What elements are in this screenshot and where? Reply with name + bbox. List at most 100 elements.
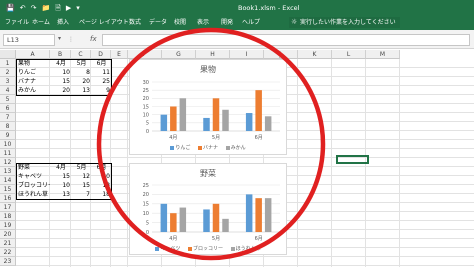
- table-cell[interactable]: 13: [72, 86, 91, 95]
- tab-data[interactable]: データ: [149, 16, 167, 30]
- row-header[interactable]: 10: [0, 140, 16, 149]
- row-header[interactable]: 2: [0, 68, 16, 77]
- vegetable-chart[interactable]: 野菜 0 5 10 15 20 25 4月 5月 6月 キャベツ ブロッコリー ほうれん草: [129, 163, 287, 255]
- row-header[interactable]: 11: [0, 149, 16, 158]
- fruit-chart[interactable]: 果物 0 5 10 15 20 25 30 4月 5月 6月 りんご バナナ みかん: [129, 59, 287, 155]
- row-header[interactable]: 21: [0, 239, 16, 248]
- new-file-icon[interactable]: 🗎: [55, 0, 61, 16]
- column-header[interactable]: G: [162, 50, 196, 59]
- tab-formulas[interactable]: 数式: [129, 16, 141, 30]
- tell-me-search[interactable]: ☼ 実行したい作業を入力してください: [289, 17, 400, 28]
- table-cell[interactable]: ほうれん草: [17, 190, 50, 199]
- table-cell[interactable]: 10: [51, 68, 71, 77]
- column-header[interactable]: K: [298, 50, 332, 59]
- row-header[interactable]: 1: [0, 59, 16, 68]
- tab-home[interactable]: ホーム: [32, 16, 50, 30]
- chevron-down-icon[interactable]: ▾: [58, 35, 61, 42]
- table-cell[interactable]: 20: [92, 172, 111, 181]
- row-header[interactable]: 6: [0, 104, 16, 113]
- bar[interactable]: [255, 90, 262, 131]
- table-cell[interactable]: 12: [72, 172, 91, 181]
- table-cell[interactable]: 野菜: [17, 163, 50, 172]
- row-header[interactable]: 14: [0, 176, 16, 185]
- row-header[interactable]: 8: [0, 122, 16, 131]
- table-cell[interactable]: 5月: [72, 163, 91, 172]
- column-header[interactable]: L: [332, 50, 366, 59]
- play-icon[interactable]: ▶: [66, 0, 71, 16]
- table-cell[interactable]: 18: [92, 190, 111, 199]
- folder-icon[interactable]: 📁: [41, 0, 50, 16]
- table-cell[interactable]: みかん: [17, 86, 50, 95]
- table-cell[interactable]: 6月: [92, 59, 111, 68]
- column-header[interactable]: D: [91, 50, 111, 59]
- row-header[interactable]: 4: [0, 86, 16, 95]
- table-cell[interactable]: 25: [92, 77, 111, 86]
- table-cell[interactable]: バナナ: [17, 77, 50, 86]
- bar[interactable]: [212, 203, 220, 232]
- tab-help[interactable]: ヘルプ: [242, 16, 260, 30]
- table-cell[interactable]: 11: [92, 68, 111, 77]
- bar[interactable]: [160, 203, 168, 232]
- row-header[interactable]: 12: [0, 158, 16, 167]
- row-header[interactable]: 7: [0, 113, 16, 122]
- column-header[interactable]: I: [230, 50, 264, 59]
- bar[interactable]: [264, 198, 272, 232]
- save-icon[interactable]: 💾: [6, 0, 15, 16]
- row-header[interactable]: 22: [0, 248, 16, 257]
- redo-icon[interactable]: ↷: [31, 0, 37, 16]
- bar[interactable]: [222, 109, 229, 131]
- table-cell[interactable]: 15: [72, 181, 91, 190]
- bar[interactable]: [170, 213, 177, 232]
- tab-review[interactable]: 校閲: [174, 16, 186, 30]
- row-header[interactable]: 23: [0, 257, 16, 266]
- table-cell[interactable]: 10: [51, 181, 71, 190]
- tab-view[interactable]: 表示: [197, 16, 209, 30]
- row-header[interactable]: 17: [0, 203, 16, 212]
- formula-input[interactable]: [102, 34, 470, 46]
- table-cell[interactable]: 5月: [72, 59, 91, 68]
- bar[interactable]: [179, 207, 187, 232]
- bar[interactable]: [222, 218, 229, 232]
- bar[interactable]: [255, 198, 262, 232]
- table-cell[interactable]: 4月: [51, 163, 71, 172]
- table-cell[interactable]: 13: [51, 190, 71, 199]
- bar[interactable]: [179, 98, 187, 131]
- row-header[interactable]: 18: [0, 212, 16, 221]
- table-cell[interactable]: 4月: [51, 59, 71, 68]
- bar[interactable]: [245, 113, 253, 131]
- column-header[interactable]: H: [196, 50, 230, 59]
- column-header[interactable]: F: [128, 50, 162, 59]
- bar[interactable]: [203, 209, 210, 232]
- table-cell[interactable]: 18: [92, 181, 111, 190]
- bar[interactable]: [170, 106, 177, 132]
- table-cell[interactable]: 7: [72, 190, 91, 199]
- table-cell[interactable]: 9: [92, 86, 111, 95]
- row-header[interactable]: 16: [0, 194, 16, 203]
- table-cell[interactable]: キャベツ: [17, 172, 50, 181]
- row-header[interactable]: 3: [0, 77, 16, 86]
- column-header[interactable]: B: [50, 50, 71, 59]
- row-header[interactable]: 19: [0, 221, 16, 230]
- column-header[interactable]: M: [366, 50, 400, 59]
- tab-insert[interactable]: 挿入: [57, 16, 69, 30]
- table-cell[interactable]: 20: [72, 77, 91, 86]
- bar[interactable]: [160, 114, 168, 131]
- insert-function-button[interactable]: fx: [90, 35, 97, 43]
- table-cell[interactable]: ブロッコリー: [17, 181, 50, 190]
- row-header[interactable]: 15: [0, 185, 16, 194]
- tab-file[interactable]: ファイル: [5, 16, 29, 30]
- undo-icon[interactable]: ↶: [20, 0, 26, 16]
- table-cell[interactable]: 15: [51, 172, 71, 181]
- column-header[interactable]: E: [111, 50, 128, 59]
- table-cell[interactable]: 果物: [17, 59, 50, 68]
- table-cell[interactable]: りんご: [17, 68, 50, 77]
- row-header[interactable]: 5: [0, 95, 16, 104]
- table-cell[interactable]: 6月: [92, 163, 111, 172]
- table-cell[interactable]: 8: [72, 68, 91, 77]
- row-header[interactable]: 9: [0, 131, 16, 140]
- name-box[interactable]: L13: [3, 34, 55, 46]
- row-header[interactable]: 20: [0, 230, 16, 239]
- selected-cell-cursor[interactable]: [336, 155, 369, 164]
- table-cell[interactable]: 20: [51, 86, 71, 95]
- row-header[interactable]: 13: [0, 167, 16, 176]
